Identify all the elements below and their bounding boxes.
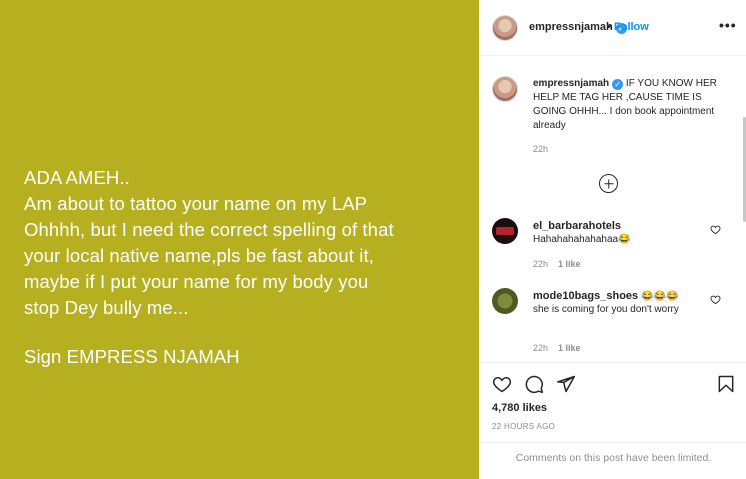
post-text-line: ADA AMEH.. [24,167,130,188]
post-signature: Sign EMPRESS NJAMAH [24,346,240,367]
save-bookmark-icon[interactable] [716,374,736,394]
comment-username[interactable]: el_barbarahotels [533,220,621,232]
comment-time[interactable]: 22h [533,259,548,269]
header-username[interactable]: empressnjamah ✓ [529,21,627,34]
header-username-text[interactable]: empressnjamah [529,21,613,33]
more-options-icon[interactable]: ••• [719,17,737,33]
like-heart-icon[interactable] [492,374,512,394]
post-text-line: Am about to tattoo your name on my LAP [24,193,368,214]
post-text: ADA AMEH.. Am about to tattoo your name … [24,165,464,370]
post-timestamp[interactable]: 22 HOURS AGO [492,422,555,431]
comment-bubble-icon[interactable] [524,374,544,394]
action-bar: 4,780 likes 22 HOURS AGO [480,362,746,442]
likes-count[interactable]: 4,780 likes [492,402,547,414]
post-text-line: your local native name,pls be fast about… [24,245,374,266]
comments-limited-notice: Comments on this post have been limited. [480,442,746,479]
comment-time[interactable]: 22h [533,343,548,353]
avatar-logo [496,227,514,235]
caption-time[interactable]: 22h [533,144,548,154]
caption-text: empressnjamah ✓ IF YOU KNOW HER HELP ME T… [533,77,723,133]
post-image: ADA AMEH.. Am about to tattoo your name … [0,0,479,479]
load-more-comments-icon[interactable] [599,174,618,193]
comment-avatar[interactable] [492,288,518,314]
comment-body: Hahahahahahahaa [533,234,619,245]
laughing-emoji: 😂 [618,234,631,245]
comment-avatar[interactable] [492,218,518,244]
share-paper-plane-icon[interactable] [556,374,576,394]
comment-text: she is coming for you don't worry [533,304,679,315]
comment-likes[interactable]: 1 like [558,343,581,353]
avatar[interactable] [492,15,518,41]
laughing-emoji: 😂😂😂 [641,291,679,302]
post-sidebar: empressnjamah ✓ • Follow ••• empressnjama… [479,0,746,479]
comments-section[interactable]: empressnjamah ✓ IF YOU KNOW HER HELP ME T… [480,57,746,362]
caption-username[interactable]: empressnjamah [533,78,609,89]
post-text-line: stop Dey bully me... [24,297,189,318]
caption-avatar[interactable] [492,76,518,102]
follow-button[interactable]: Follow [614,21,649,33]
comment-like-heart-icon[interactable] [710,224,721,235]
comment-likes[interactable]: 1 like [558,259,581,269]
post-text-gap [24,321,464,344]
post-text-line: maybe if I put your name for my body you [24,271,369,292]
comment-username-text[interactable]: mode10bags_shoes [533,290,638,302]
comment-username: mode10bags_shoes 😂😂😂 [533,290,679,302]
post-header: empressnjamah ✓ • Follow ••• [480,0,746,56]
verified-badge-icon: ✓ [612,79,624,90]
comment-text: Hahahahahahahaa😂 [533,234,631,245]
comment-like-heart-icon[interactable] [710,294,721,305]
separator-dot: • [607,21,611,33]
post-text-line: Ohhhh, but I need the correct spelling o… [24,219,394,240]
